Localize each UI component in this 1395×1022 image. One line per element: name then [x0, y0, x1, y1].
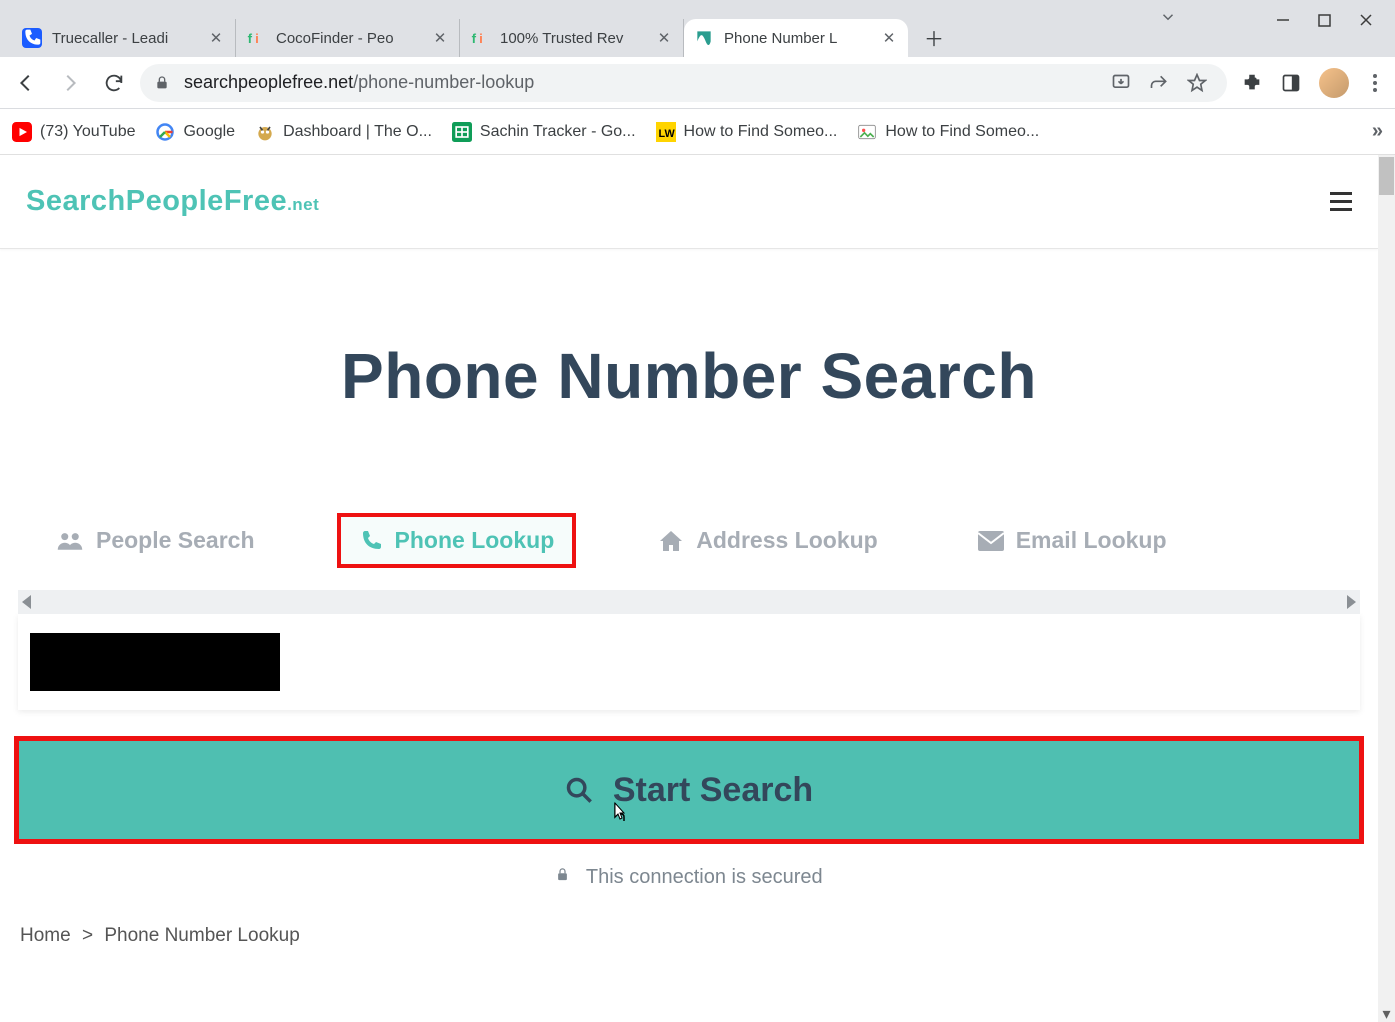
bookmark-find2[interactable]: How to Find Someo...	[857, 122, 1039, 142]
browser-tab-cocofinder[interactable]: fi CocoFinder - Peo ✕	[236, 19, 460, 57]
tab-label: Address Lookup	[696, 527, 877, 554]
tab-label: People Search	[96, 527, 255, 554]
bookmark-tracker[interactable]: Sachin Tracker - Go...	[452, 122, 636, 142]
tab-title: CocoFinder - Peo	[276, 30, 427, 47]
kebab-menu-icon[interactable]	[1367, 74, 1383, 92]
browser-tab-trusted[interactable]: fi 100% Trusted Rev ✕	[460, 19, 684, 57]
lw-icon: LW	[656, 122, 676, 142]
phone-icon	[359, 529, 383, 553]
lock-icon	[555, 866, 576, 888]
hero: Phone Number Search	[0, 249, 1378, 413]
bookmark-label: Sachin Tracker - Go...	[480, 123, 636, 141]
svg-text:i: i	[479, 31, 483, 46]
hamburger-menu-icon[interactable]	[1330, 192, 1352, 211]
extensions-icon[interactable]	[1241, 72, 1263, 94]
bookmark-youtube[interactable]: (73) YouTube	[12, 122, 135, 142]
minimize-button[interactable]	[1276, 13, 1290, 27]
svg-text:f: f	[248, 31, 253, 46]
tab-title: Phone Number L	[724, 30, 876, 47]
search-input-container[interactable]	[18, 614, 1360, 710]
redacted-input-value	[30, 633, 280, 691]
tab-people-search[interactable]: People Search	[38, 513, 273, 568]
star-icon[interactable]	[1187, 73, 1207, 93]
bookmark-label: How to Find Someo...	[885, 123, 1039, 141]
page-viewport: ▾ SearchPeopleFree.net Phone Number Sear…	[0, 155, 1395, 1022]
tab-search-chevron-icon[interactable]	[1159, 8, 1177, 26]
tab-email-lookup[interactable]: Email Lookup	[960, 513, 1185, 568]
close-tab-icon[interactable]: ✕	[431, 29, 449, 47]
new-tab-button[interactable]: ＋	[916, 19, 952, 55]
install-icon[interactable]	[1111, 73, 1131, 93]
browser-tab-truecaller[interactable]: Truecaller - Leadi ✕	[12, 19, 236, 57]
scrollbar-thumb[interactable]	[1379, 157, 1394, 195]
cursor-icon	[609, 801, 629, 825]
phone-icon	[22, 28, 42, 48]
svg-text:i: i	[255, 31, 259, 46]
breadcrumb-current: Phone Number Lookup	[104, 925, 299, 946]
bookmark-label: Google	[183, 123, 235, 141]
home-icon	[658, 529, 684, 553]
scrollbar-track[interactable]: ▾	[1378, 155, 1395, 1022]
window-controls	[1254, 0, 1395, 40]
tab-title: 100% Trusted Rev	[500, 30, 651, 47]
fi-icon: fi	[246, 28, 266, 48]
sidepanel-icon[interactable]	[1281, 73, 1301, 93]
tab-label: Phone Lookup	[395, 527, 555, 554]
start-search-label: Start Search	[613, 771, 813, 810]
bookmark-label: How to Find Someo...	[684, 123, 838, 141]
bookmark-find1[interactable]: LW How to Find Someo...	[656, 122, 838, 142]
bookmarks-bar: (73) YouTube Google Dashboard | The O...…	[0, 109, 1395, 155]
bookmark-label: (73) YouTube	[40, 123, 135, 141]
address-bar[interactable]: searchpeoplefree.net/phone-number-lookup	[140, 64, 1227, 102]
bookmark-label: Dashboard | The O...	[283, 123, 432, 141]
tab-phone-lookup[interactable]: Phone Lookup	[337, 513, 577, 568]
breadcrumb-home[interactable]: Home	[20, 925, 71, 946]
browser-tabs: Truecaller - Leadi ✕ fi CocoFinder - Peo…	[12, 13, 952, 57]
google-icon	[155, 122, 175, 142]
site-header: SearchPeopleFree.net	[0, 155, 1378, 249]
maximize-button[interactable]	[1318, 14, 1331, 27]
scroll-strip[interactable]	[18, 590, 1360, 614]
bookmark-dashboard[interactable]: Dashboard | The O...	[255, 122, 432, 142]
search-icon	[565, 776, 593, 804]
toolbar-right	[1241, 68, 1383, 98]
image-icon	[857, 122, 877, 142]
fi-icon: fi	[470, 28, 490, 48]
youtube-icon	[12, 122, 32, 142]
secure-text: This connection is secured	[0, 866, 1378, 889]
owl-icon	[255, 122, 275, 142]
site-logo[interactable]: SearchPeopleFree.net	[26, 185, 319, 218]
reload-button[interactable]	[96, 65, 132, 101]
browser-toolbar: searchpeoplefree.net/phone-number-lookup	[0, 57, 1395, 109]
svg-text:f: f	[472, 31, 477, 46]
wave-icon	[694, 28, 714, 48]
address-bar-actions	[1111, 73, 1213, 93]
browser-titlebar: Truecaller - Leadi ✕ fi CocoFinder - Peo…	[0, 0, 1395, 57]
search-tabs: People Search Phone Lookup Address Looku…	[38, 513, 1378, 568]
scroll-down-icon[interactable]: ▾	[1378, 1005, 1395, 1022]
browser-tab-active[interactable]: Phone Number L ✕	[684, 19, 908, 57]
envelope-icon	[978, 531, 1004, 551]
breadcrumb: Home > Phone Number Lookup	[20, 925, 1378, 947]
back-button[interactable]	[8, 65, 44, 101]
page-title: Phone Number Search	[20, 339, 1358, 413]
profile-avatar[interactable]	[1319, 68, 1349, 98]
start-search-button[interactable]: Start Search	[14, 736, 1364, 844]
tab-title: Truecaller - Leadi	[52, 30, 203, 47]
bookmarks-overflow-icon[interactable]: »	[1372, 120, 1383, 143]
bookmark-google[interactable]: Google	[155, 122, 235, 142]
share-icon[interactable]	[1149, 73, 1169, 93]
svg-text:LW: LW	[658, 128, 675, 140]
forward-button[interactable]	[52, 65, 88, 101]
lock-icon	[154, 75, 170, 91]
tab-label: Email Lookup	[1016, 527, 1167, 554]
close-tab-icon[interactable]: ✕	[655, 29, 673, 47]
close-tab-icon[interactable]: ✕	[207, 29, 225, 47]
people-icon	[56, 530, 84, 552]
close-tab-icon[interactable]: ✕	[880, 29, 898, 47]
sheets-icon	[452, 122, 472, 142]
tab-address-lookup[interactable]: Address Lookup	[640, 513, 895, 568]
close-window-button[interactable]	[1359, 13, 1373, 27]
url-text: searchpeoplefree.net/phone-number-lookup	[184, 72, 534, 93]
